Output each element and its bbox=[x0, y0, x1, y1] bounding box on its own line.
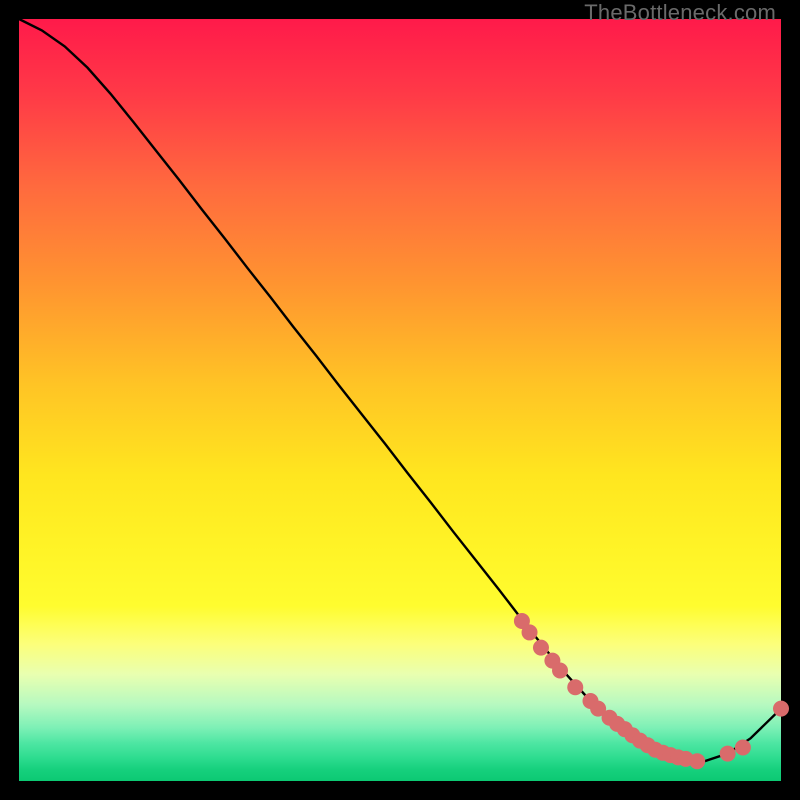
highlighted-points bbox=[514, 613, 789, 769]
data-point bbox=[689, 753, 705, 769]
data-point bbox=[720, 746, 736, 762]
data-point bbox=[773, 701, 789, 717]
data-point bbox=[735, 739, 751, 755]
data-point bbox=[533, 640, 549, 656]
curve-line bbox=[19, 19, 781, 761]
data-point bbox=[567, 679, 583, 695]
data-point bbox=[522, 624, 538, 640]
chart-svg bbox=[19, 19, 781, 781]
data-point bbox=[552, 663, 568, 679]
